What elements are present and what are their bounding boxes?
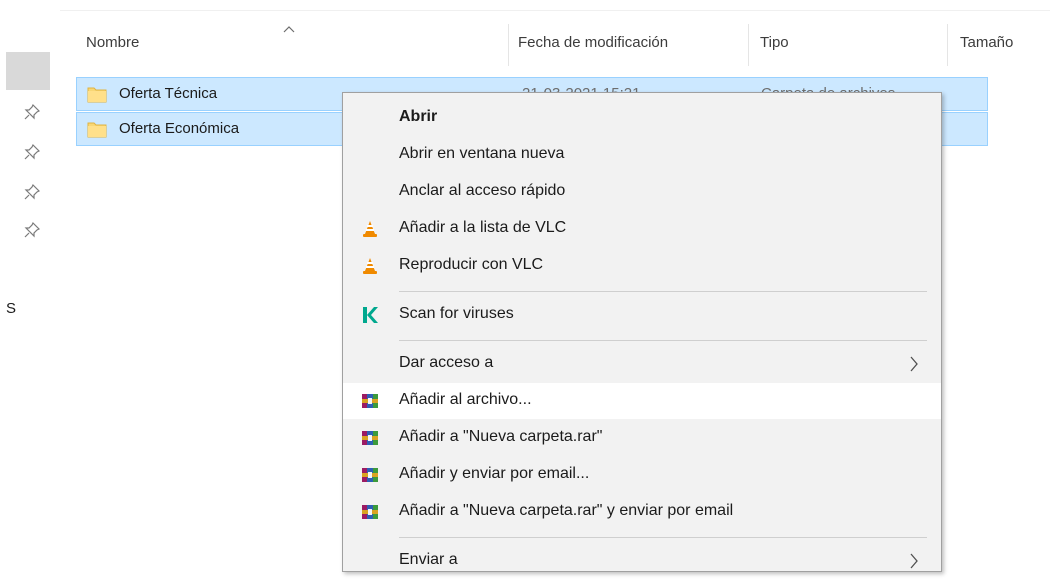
vlc-cone-icon [363, 221, 377, 237]
menu-item-add-to-archive[interactable]: Añadir al archivo... [343, 383, 941, 419]
menu-item-label: Dar acceso a [399, 354, 494, 371]
chevron-right-icon [910, 553, 918, 569]
menu-item-label: Añadir al archivo... [399, 391, 532, 408]
pin-icon [24, 184, 40, 200]
menu-item-label: Anclar al acceso rápido [399, 182, 566, 199]
menu-item-label: Añadir y enviar por email... [399, 465, 590, 482]
column-divider[interactable] [508, 24, 509, 66]
menu-separator [399, 537, 927, 538]
pin-icon [24, 222, 40, 238]
kaspersky-k-icon [363, 307, 378, 323]
menu-item-label: Añadir a "Nueva carpeta.rar" [399, 428, 603, 445]
nav-selected-item[interactable] [6, 52, 50, 90]
menu-item-add-to-named-rar[interactable]: Añadir a "Nueva carpeta.rar" [343, 420, 941, 456]
pin-icon [24, 144, 40, 160]
menu-item-label: Añadir a "Nueva carpeta.rar" y enviar po… [399, 502, 734, 519]
nav-partial-label[interactable]: S [6, 300, 16, 317]
menu-item-play-vlc[interactable]: Reproducir con VLC [343, 248, 941, 284]
folder-icon [87, 122, 107, 138]
sort-ascending-icon [283, 26, 295, 33]
menu-item-label: Abrir en ventana nueva [399, 145, 565, 162]
pin-icon [24, 104, 40, 120]
file-name: Oferta Técnica [119, 85, 218, 102]
column-header-name[interactable]: Nombre [86, 34, 139, 51]
menu-item-add-named-rar-and-email[interactable]: Añadir a "Nueva carpeta.rar" y enviar po… [343, 494, 941, 530]
menu-item-label: Reproducir con VLC [399, 256, 544, 273]
column-header-size[interactable]: Tamaño [960, 34, 1013, 51]
file-name: Oferta Económica [119, 120, 240, 137]
menu-item-add-vlc-playlist[interactable]: Añadir a la lista de VLC [343, 211, 941, 247]
vlc-cone-icon [363, 258, 377, 274]
winrar-books-icon [362, 505, 378, 519]
menu-separator [399, 340, 927, 341]
menu-separator [399, 291, 927, 292]
menu-item-scan-viruses[interactable]: Scan for viruses [343, 297, 941, 333]
column-divider[interactable] [947, 24, 948, 66]
chevron-right-icon [910, 356, 918, 372]
menu-item-open[interactable]: Abrir [343, 100, 941, 136]
winrar-books-icon [362, 431, 378, 445]
column-divider[interactable] [748, 24, 749, 66]
folder-icon [87, 87, 107, 103]
navigation-pane: S [0, 0, 60, 554]
column-header-date[interactable]: Fecha de modificación [518, 34, 668, 51]
menu-item-pin-quick-access[interactable]: Anclar al acceso rápido [343, 174, 941, 210]
menu-item-open-new-window[interactable]: Abrir en ventana nueva [343, 137, 941, 173]
menu-item-label: Añadir a la lista de VLC [399, 219, 567, 236]
menu-item-label: Scan for viruses [399, 305, 514, 322]
winrar-books-icon [362, 468, 378, 482]
context-menu: Abrir Abrir en ventana nueva Anclar al a… [342, 92, 942, 572]
winrar-books-icon [362, 394, 378, 408]
menu-item-give-access[interactable]: Dar acceso a [343, 346, 941, 382]
column-header-type[interactable]: Tipo [760, 34, 789, 51]
menu-item-add-and-email[interactable]: Añadir y enviar por email... [343, 457, 941, 493]
menu-item-send-to[interactable]: Enviar a [343, 543, 941, 579]
menu-item-label: Abrir [399, 108, 438, 125]
header-top-border [60, 10, 1050, 11]
